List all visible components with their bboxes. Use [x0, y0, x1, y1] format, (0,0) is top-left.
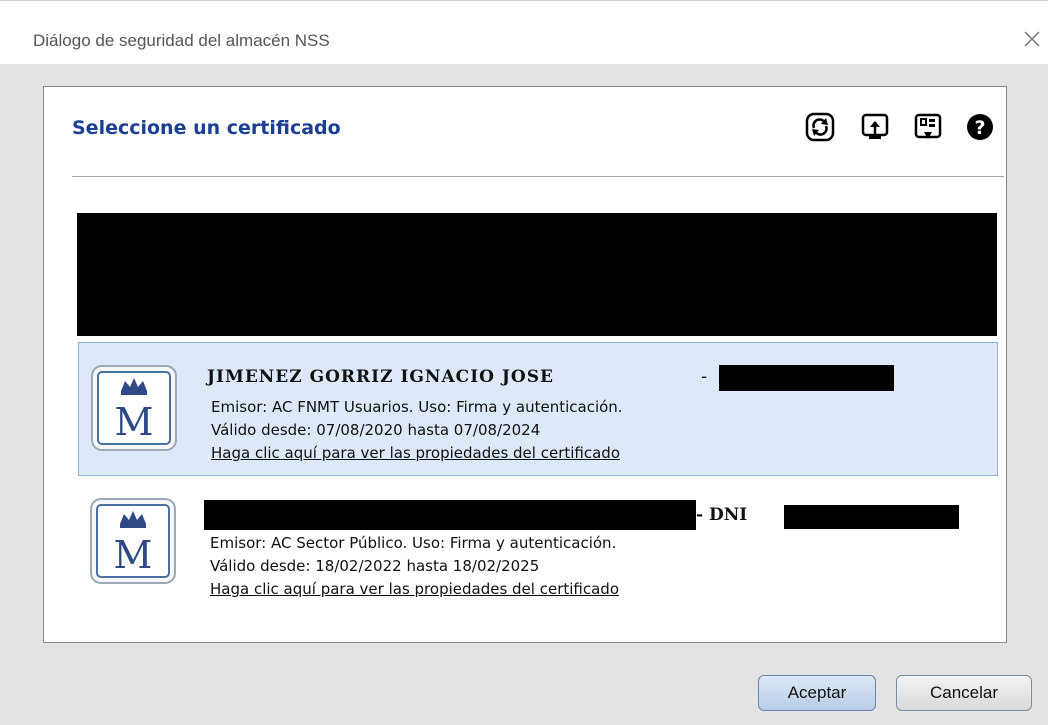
- import-icon[interactable]: [860, 112, 890, 142]
- certificate-item-selected[interactable]: M JIMENEZ GORRIZ IGNACIO JOSE - Emisor: …: [78, 342, 998, 476]
- redacted-id: [719, 365, 894, 391]
- window-title: Diálogo de seguridad del almacén NSS: [33, 31, 330, 50]
- certificate-properties-link[interactable]: Haga clic aquí para ver las propiedades …: [211, 444, 620, 462]
- certificate-holder-name: JIMENEZ GORRIZ IGNACIO JOSE: [207, 367, 554, 387]
- certificate-issuer: Emisor: AC Sector Público. Uso: Firma y …: [210, 534, 617, 552]
- redacted-name: [204, 500, 696, 530]
- redacted-certificate: [77, 213, 997, 336]
- accept-button[interactable]: Aceptar: [758, 675, 876, 711]
- cancel-button[interactable]: Cancelar: [896, 675, 1032, 711]
- certificate-properties-link[interactable]: Haga clic aquí para ver las propiedades …: [210, 580, 619, 598]
- title-divider: [72, 176, 1004, 177]
- svg-text:?: ?: [974, 117, 985, 139]
- certificate-validity: Válido desde: 18/02/2022 hasta 18/02/202…: [210, 557, 540, 575]
- name-separator: -: [701, 367, 708, 387]
- certificate-validity: Válido desde: 07/08/2020 hasta 07/08/202…: [211, 421, 541, 439]
- svg-text:M: M: [114, 533, 153, 577]
- export-icon[interactable]: [913, 112, 943, 142]
- certificate-item[interactable]: M - DNI Emisor: AC Sector Público. Uso: …: [78, 490, 998, 600]
- redacted-dni: [784, 505, 959, 529]
- certificate-issuer: Emisor: AC FNMT Usuarios. Uso: Firma y a…: [211, 398, 623, 416]
- refresh-icon[interactable]: [805, 112, 835, 142]
- svg-text:M: M: [115, 400, 154, 444]
- panel-title: Seleccione un certificado: [72, 117, 341, 139]
- fnmt-certificate-icon: M: [91, 365, 177, 451]
- certificate-holder-name: - DNI: [696, 505, 748, 525]
- close-icon[interactable]: [1022, 29, 1042, 49]
- fnmt-certificate-icon: M: [90, 498, 176, 584]
- title-bar: Diálogo de seguridad del almacén NSS: [0, 0, 1048, 64]
- help-icon[interactable]: ?: [965, 112, 995, 142]
